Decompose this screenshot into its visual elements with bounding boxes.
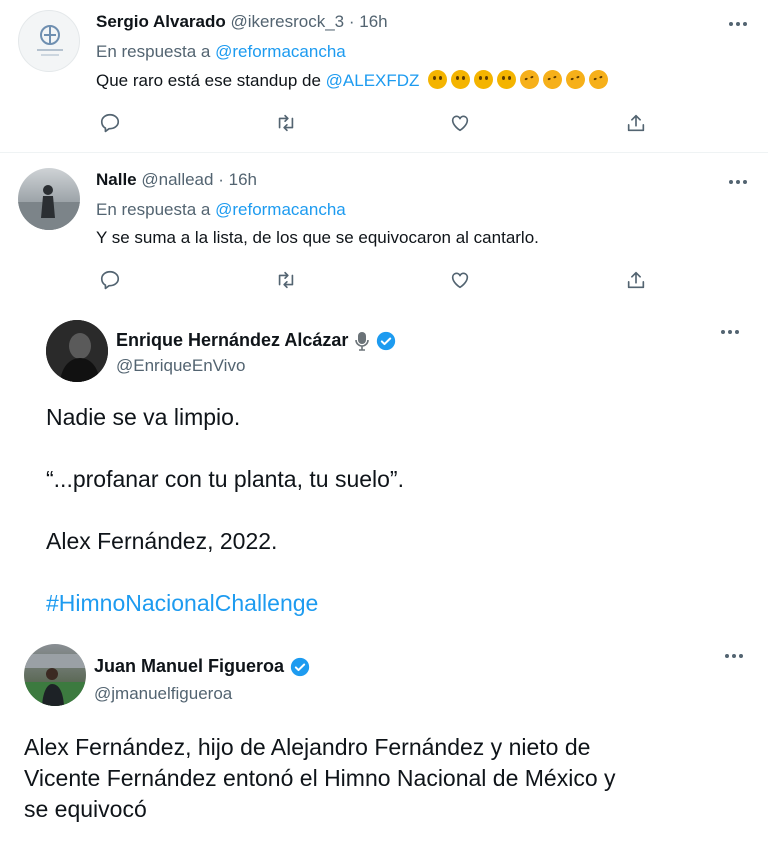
rofl-face-icon [586,67,611,92]
quoted-tweet-2[interactable]: Juan Manuel Figueroa @jmanuelfigueroa Al… [0,636,768,848]
separator-dot: · [218,170,224,189]
quoted-author-name-row: Juan Manuel Figueroa [94,656,310,677]
avatar[interactable] [18,168,80,230]
avatar[interactable] [18,10,80,72]
in-reply-mention-link[interactable]: @reformacancha [215,42,346,61]
retweet-button[interactable] [272,266,300,294]
author-handle[interactable]: @jmanuelfigueroa [94,684,232,704]
dot-icon [729,22,733,26]
in-reply-label: En respuesta a [96,200,211,219]
dot-icon [736,22,740,26]
retweet-icon [278,271,294,289]
more-options-button[interactable] [724,172,752,192]
author-handle[interactable]: @EnriqueEnVivo [116,356,245,376]
dot-icon [735,330,739,334]
author-name[interactable]: Sergio Alvarado [96,12,226,31]
in-reply-to: En respuesta a @reformacancha [96,200,346,220]
like-button[interactable] [446,109,474,137]
reply-header: Nalle @nallead · 16h [96,170,257,190]
mention-link[interactable]: @ALEXFDZ [326,71,420,90]
tweet-line: Alex Fernández, hijo de Alejandro Fernán… [24,734,591,760]
tweet-line: se equivocó [24,796,147,822]
dot-icon [729,180,733,184]
reply-icon [100,113,120,133]
reply-tweet-2[interactable]: Nalle @nallead · 16h En respuesta a @ref… [0,158,768,306]
thinking-face-icon [428,70,448,89]
dot-icon [732,654,736,658]
more-options-button[interactable] [724,14,752,34]
share-button[interactable] [622,266,650,294]
timestamp[interactable]: 16h [359,12,387,31]
retweet-icon [278,114,294,132]
quoted-tweet-1[interactable]: Enrique Hernández Alcázar @EnriqueEnVivo… [0,308,768,630]
author-name[interactable]: Nalle [96,170,137,189]
reply-header: Sergio Alvarado @ikeresrock_3 · 16h [96,12,388,32]
rofl-face-icon [517,67,542,92]
reply-button[interactable] [96,109,124,137]
tweet-line: Nadie se va limpio. [46,404,241,430]
share-button[interactable] [622,109,650,137]
person-photo-icon [18,185,80,230]
thinking-face-icon [497,70,517,89]
reply-icon [100,270,120,290]
reply-text: Y se suma a la lista, de los que se equi… [96,228,539,247]
in-reply-to: En respuesta a @reformacancha [96,42,346,62]
tweet-line: Vicente Fernández entonó el Himno Nacion… [24,765,616,791]
author-handle[interactable]: @ikeresrock_3 [230,12,344,31]
rofl-face-icon [563,67,588,92]
person-photo-icon [46,320,108,382]
separator-dot: · [348,12,355,31]
reply-button[interactable] [96,266,124,294]
more-options-button[interactable] [720,646,748,666]
dot-icon [728,330,732,334]
dot-icon [743,22,747,26]
thinking-face-icon [451,70,471,89]
author-name[interactable]: Juan Manuel Figueroa [94,656,284,677]
verified-badge-icon [377,331,396,350]
tweet-line: Alex Fernández, 2022. [46,528,278,554]
heart-icon [451,272,469,289]
share-icon [627,271,645,289]
timestamp[interactable]: 16h [229,170,257,189]
avatar[interactable] [46,320,108,382]
retweet-button[interactable] [272,109,300,137]
dot-icon [725,654,729,658]
hashtag-link[interactable]: #HimnoNacionalChallenge [46,588,736,619]
dot-icon [743,180,747,184]
reply-text-body: Que raro está ese standup de [96,71,321,90]
action-bar [96,109,656,137]
author-handle[interactable]: @nallead [141,170,213,189]
reply-tweet-1[interactable]: Sergio Alvarado @ikeresrock_3 · 16h En r… [0,0,768,150]
logo-emblem-icon [37,25,63,56]
heart-icon [451,115,469,132]
person-photo-icon [24,654,86,706]
reply-text: Que raro está ese standup de @ALEXFDZ [96,67,611,92]
divider [0,152,768,153]
quoted-tweet-text: Alex Fernández, hijo de Alejandro Fernán… [24,732,754,825]
dot-icon [739,654,743,658]
share-icon [627,114,645,132]
microphone-icon [355,331,370,351]
more-options-button[interactable] [716,322,744,342]
quoted-tweet-text: Nadie se va limpio. “...profanar con tu … [46,402,736,619]
in-reply-mention-link[interactable]: @reformacancha [215,200,346,219]
in-reply-label: En respuesta a [96,42,211,61]
dot-icon [721,330,725,334]
verified-badge-icon [290,657,310,676]
author-name[interactable]: Enrique Hernández Alcázar [116,330,348,351]
rofl-face-icon [540,67,565,92]
action-bar [96,266,656,294]
like-button[interactable] [446,266,474,294]
tweet-line: “...profanar con tu planta, tu suelo”. [46,466,404,492]
avatar[interactable] [24,644,86,706]
quoted-author-name-row: Enrique Hernández Alcázar [116,330,396,351]
thinking-face-icon [474,70,494,89]
dot-icon [736,180,740,184]
